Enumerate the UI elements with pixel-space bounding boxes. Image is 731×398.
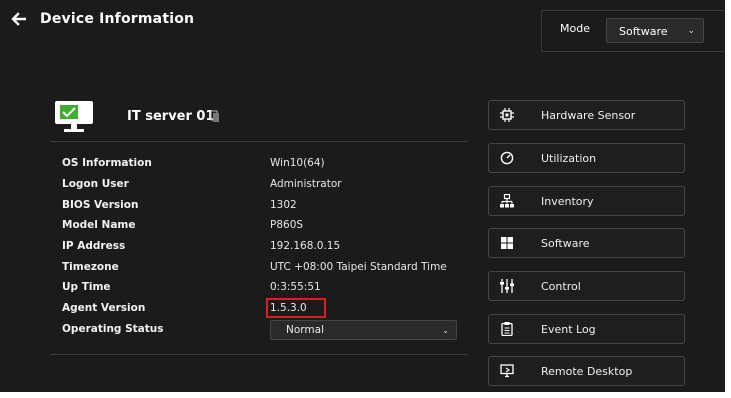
info-label: BIOS Version [62,199,139,211]
device-name: IT server 01 [127,109,215,124]
info-label: IP Address [62,240,126,252]
device-information-panel: Device Information Mode Software ⌄ IT se… [0,0,731,398]
menu-remote-desktop-button[interactable]: Remote Desktop [488,356,685,386]
menu-label: Remote Desktop [541,365,633,378]
info-value: P860S [270,219,304,231]
back-arrow-icon[interactable] [10,11,26,27]
chip-icon [500,108,514,122]
menu-hardware-sensor-button[interactable]: Hardware Sensor [488,100,685,130]
sliders-icon [500,279,514,293]
menu-label: Utilization [541,152,597,165]
menu-label: Control [541,280,581,293]
monitor-status-icon [55,101,93,132]
chevron-down-icon: ⌄ [687,26,695,36]
info-value: 192.168.0.15 [270,240,341,252]
menu-inventory-button[interactable]: Inventory [488,186,685,216]
info-label: Agent Version [62,302,146,314]
mode-label: Mode [560,22,590,35]
agent-version-highlight [266,298,326,318]
info-row-logon-user: Logon User Administrator [62,178,472,196]
grid-icon [501,237,513,249]
divider [50,141,468,142]
mode-selector-panel: Mode Software ⌄ [541,10,726,52]
info-value: 0:3:55:51 [270,281,321,293]
page-title: Device Information [40,11,195,27]
info-row-ip: IP Address 192.168.0.15 [62,240,472,258]
info-value: 1302 [270,199,297,211]
info-label: Up Time [62,281,111,293]
hierarchy-icon [500,194,514,208]
info-value: Win10(64) [270,157,325,169]
menu-event-log-button[interactable]: Event Log [488,314,685,344]
clipboard-icon [501,322,513,336]
page-edge [725,0,731,398]
menu-label: Inventory [541,195,594,208]
gauge-icon [500,151,514,165]
menu-label: Software [541,237,590,250]
page-edge [0,392,731,398]
operating-status-dropdown[interactable]: Normal ⌄ [270,320,457,340]
info-label: Logon User [62,178,129,190]
menu-label: Hardware Sensor [541,109,636,122]
info-row-model: Model Name P860S [62,219,472,237]
info-label: Model Name [62,219,136,231]
mode-dropdown[interactable]: Software ⌄ [606,18,704,43]
menu-control-button[interactable]: Control [488,271,685,301]
info-row-os: OS Information Win10(64) [62,157,472,175]
mode-dropdown-value: Software [619,25,668,38]
info-label: Timezone [62,261,119,273]
menu-utilization-button[interactable]: Utilization [488,143,685,173]
info-value: UTC +08:00 Taipei Standard Time [270,261,447,273]
menu-software-button[interactable]: Software [488,228,685,258]
divider [50,354,468,355]
info-row-bios: BIOS Version 1302 [62,199,472,217]
chevron-down-icon: ⌄ [442,326,449,335]
monitor-icon [500,364,514,378]
info-value: Administrator [270,178,342,190]
info-label: Operating Status [62,323,164,335]
info-row-uptime: Up Time 0:3:55:51 [62,281,472,299]
document-icon[interactable] [210,110,220,122]
info-row-timezone: Timezone UTC +08:00 Taipei Standard Time [62,261,472,279]
info-label: OS Information [62,157,152,169]
menu-label: Event Log [541,323,596,336]
operating-status-value: Normal [286,324,324,336]
